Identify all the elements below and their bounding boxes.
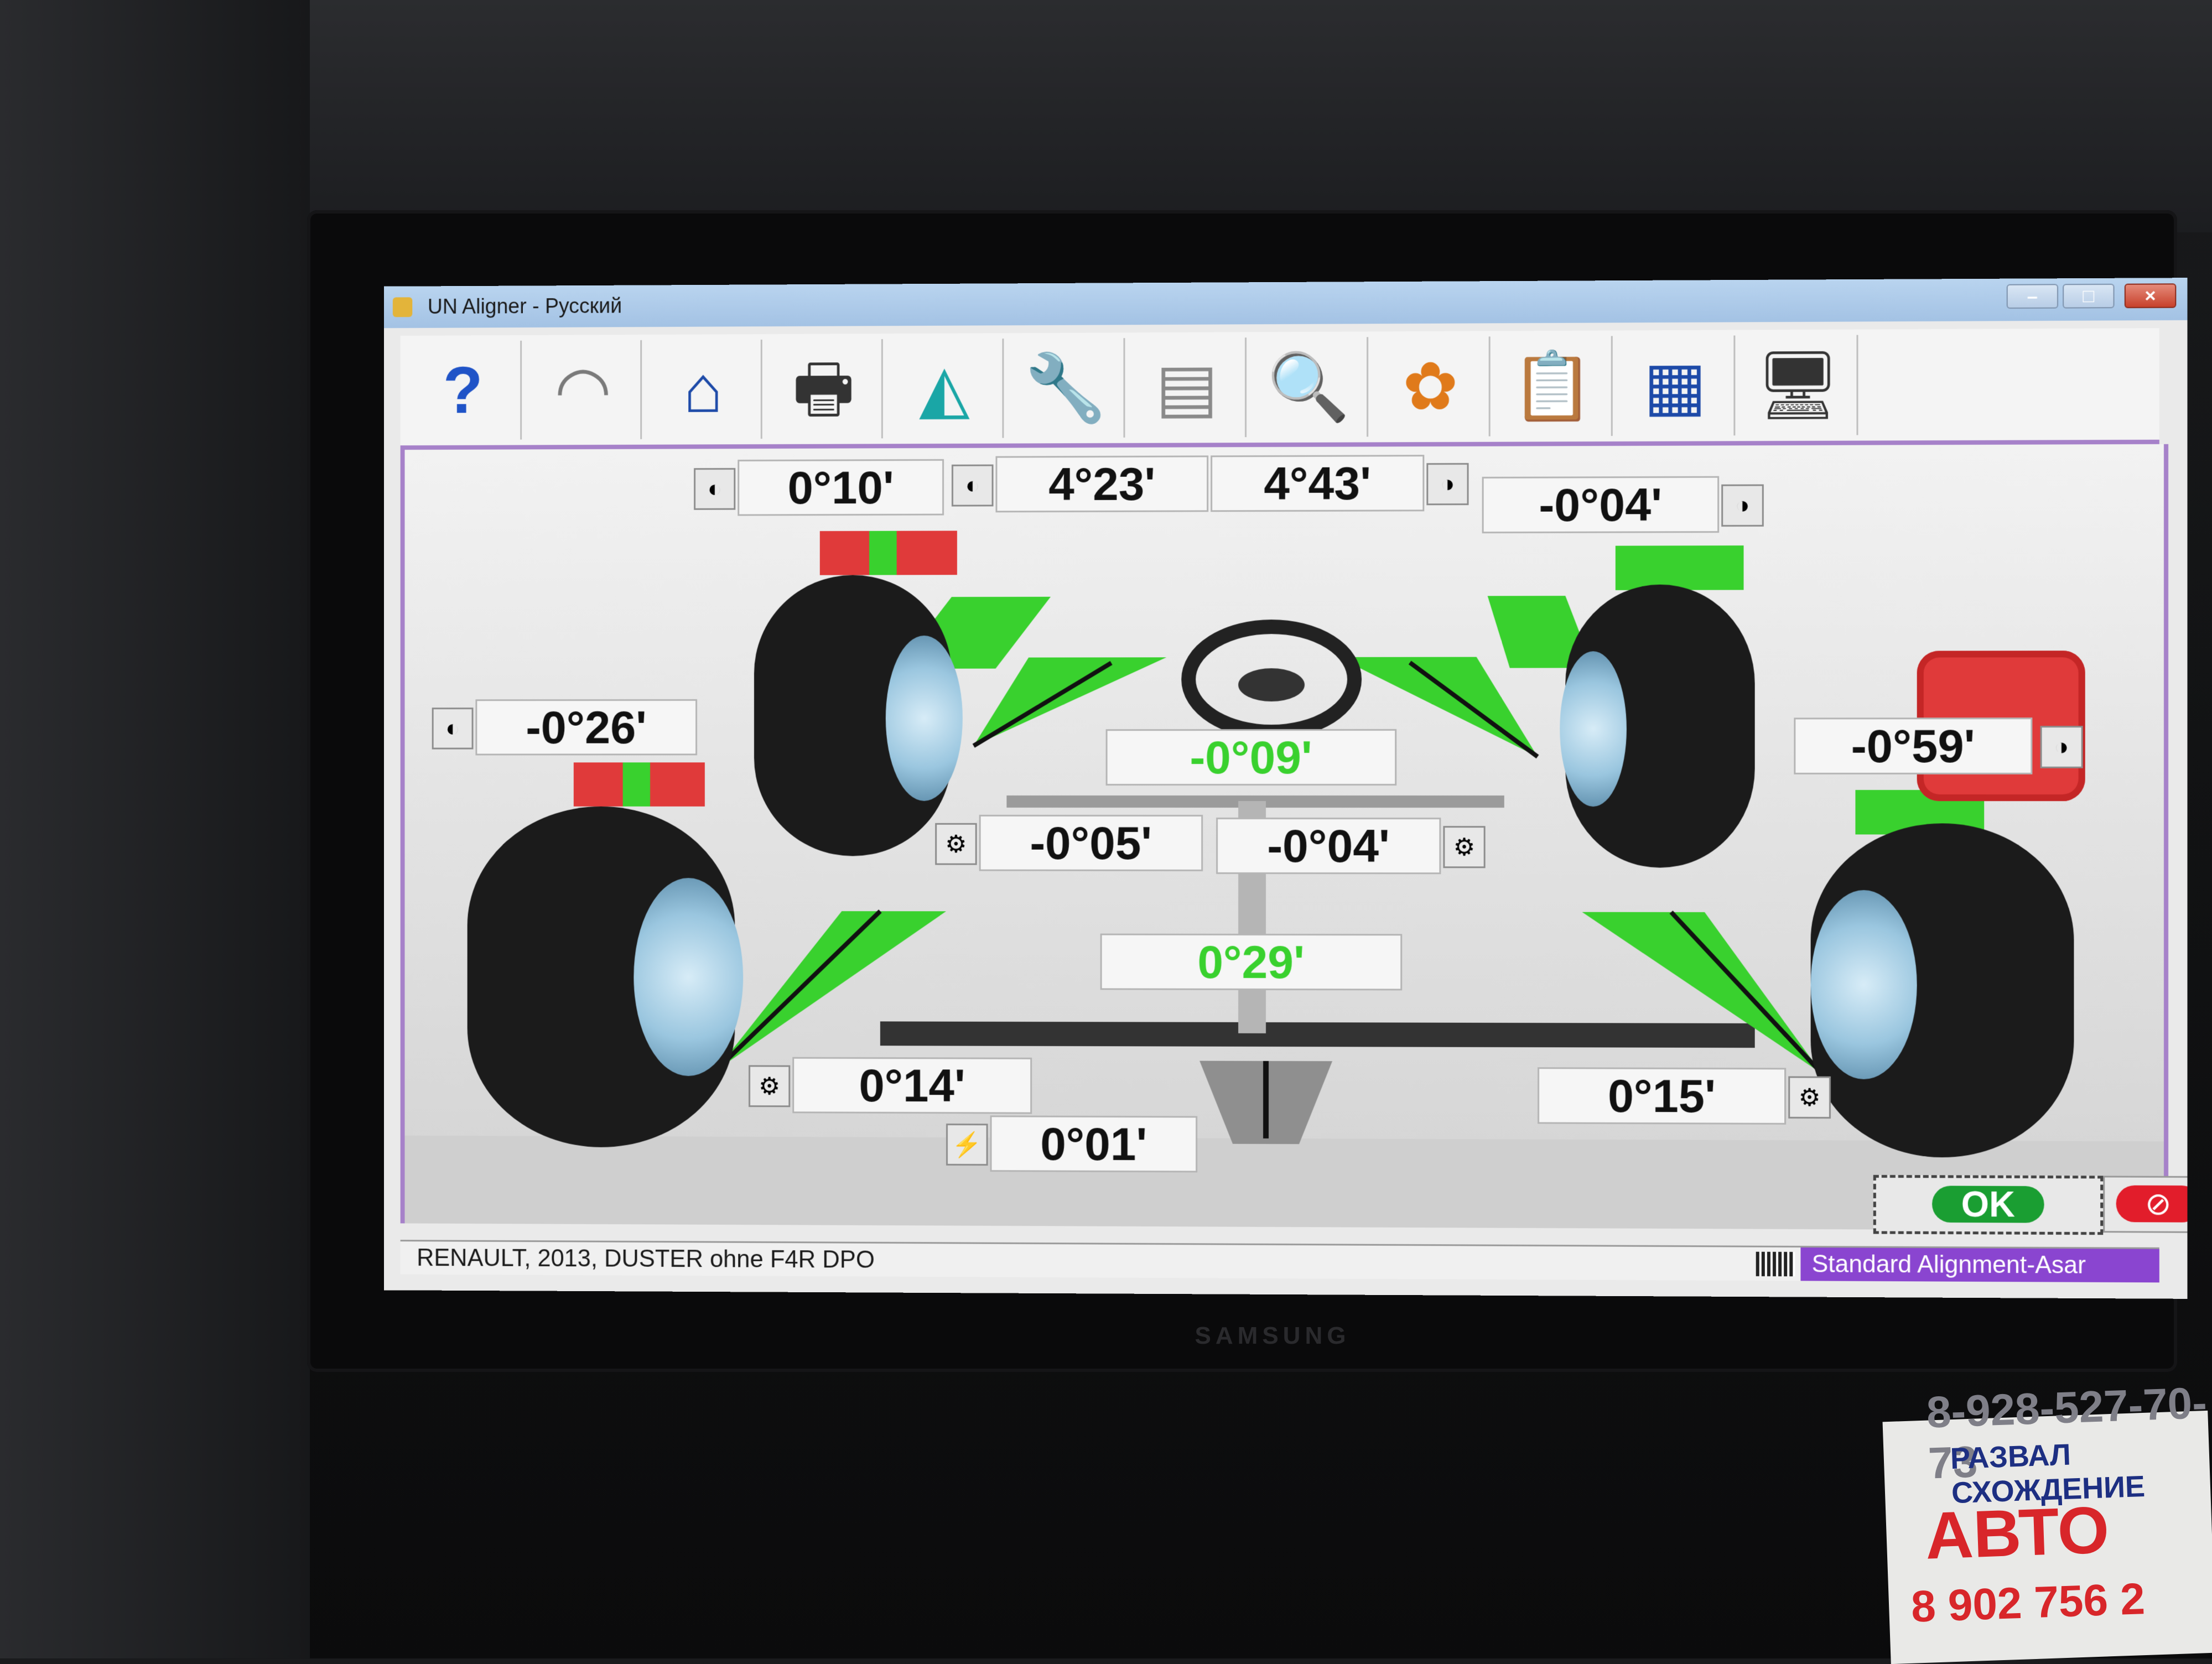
fl-caster-value: 4°23'	[995, 455, 1209, 513]
ok-button[interactable]: OK	[1873, 1174, 2104, 1235]
options-button[interactable]: ✿	[1372, 336, 1491, 437]
wrench-icon: 🔧	[1024, 351, 1107, 425]
clipboard-icon: 📋	[1511, 349, 1595, 424]
film-icon: ▤	[1155, 350, 1218, 425]
rl-camber-wheel-icon: ◐	[432, 708, 474, 750]
help-icon: ?	[443, 353, 483, 428]
rr-toe-icon: ⚙	[1788, 1076, 1831, 1119]
home-button[interactable]: ⌂	[646, 339, 762, 439]
title-bar: UN Aligner - Русский – □ ×	[384, 278, 2188, 329]
print-button[interactable]: 🖶	[766, 339, 883, 439]
status-bar: RENAULT, 2013, DUSTER ohne F4R DPO Stand…	[400, 1240, 2159, 1283]
camber-wheel-icon-right: ◑	[1721, 484, 1764, 527]
program-name: Standard Alignment-Asar	[1800, 1247, 2159, 1283]
printer-icon: 🖶	[792, 352, 855, 427]
app-window: UN Aligner - Русский – □ × ? ◠ ⌂ 🖶 ◭ 🔧 ▤…	[384, 278, 2188, 1299]
zoom-button[interactable]: 🔍	[1250, 337, 1369, 438]
close-button[interactable]: ×	[2124, 283, 2177, 309]
protractor-icon: ◭	[919, 351, 970, 426]
rl-toe-wedge	[715, 911, 947, 1072]
fr-camber-value: -0°04'	[1482, 476, 1720, 534]
gauge-icon: ◠	[554, 352, 612, 427]
maximize-button[interactable]: □	[2063, 283, 2115, 309]
fr-toe-value: -0°04'	[1216, 817, 1441, 875]
report-button[interactable]: 📋	[1494, 336, 1613, 436]
fl-toe-icon: ⚙	[935, 823, 977, 865]
rl-toe-value: 0°14'	[792, 1057, 1032, 1114]
home-icon: ⌂	[683, 352, 723, 427]
measure-button[interactable]: ◭	[886, 339, 1004, 439]
fr-camber-marker	[1615, 545, 1744, 590]
sticker-brand: АВТО	[1924, 1493, 2111, 1573]
window-title: UN Aligner - Русский	[427, 294, 622, 319]
rear-left-rim	[634, 878, 744, 1077]
fr-caster-value: 4°43'	[1211, 455, 1425, 512]
caster-wheel-icon: ◐	[951, 464, 994, 507]
rear-axle	[880, 1021, 1755, 1048]
app-icon	[392, 297, 413, 318]
camber-wheel-icon: ◐	[694, 467, 736, 510]
rr-camber-wheel-icon: ◑	[2040, 726, 2083, 768]
caster-wheel-icon-right: ◑	[1426, 462, 1469, 506]
alignment-view: ◐ 0°10' ◐ 4°23' 4°43' ◑ -0°04' ◑ ◐ -0°26…	[400, 444, 2169, 1231]
vehicle-info: RENAULT, 2013, DUSTER ohne F4R DPO	[417, 1244, 875, 1273]
fl-camber-value: 0°10'	[738, 459, 944, 516]
rl-camber-value: -0°26'	[475, 699, 698, 756]
zoom-icon: 🔍	[1267, 350, 1350, 425]
thrust-angle-icon: ⚡	[946, 1124, 988, 1166]
rr-camber-value: -0°59'	[1794, 717, 2033, 774]
sticker-phone-2: 8 902 756 2	[1910, 1574, 2146, 1631]
system-button[interactable]: 🖥	[1739, 335, 1858, 436]
cancel-button[interactable]: ⊘	[2103, 1176, 2188, 1234]
total-toe-value: 0°29'	[1100, 933, 1403, 991]
rr-toe-arrow	[1671, 912, 1821, 1074]
settings-flower-icon: ✿	[1402, 349, 1458, 424]
help-button[interactable]: ?	[406, 340, 522, 440]
rl-toe-icon: ⚙	[749, 1065, 791, 1107]
room-background	[0, 0, 2212, 232]
monitor-brand-label: SAMSUNG	[1195, 1322, 1351, 1349]
minimize-button[interactable]: –	[2006, 284, 2059, 309]
table-icon: ▦	[1643, 348, 1707, 423]
thrust-angle-value: 0°01'	[990, 1115, 1198, 1173]
monitor-tools-icon: 🖥	[1755, 347, 1841, 423]
gauge-button[interactable]: ◠	[526, 340, 642, 440]
room-wall	[0, 0, 310, 1658]
barcode-icon	[1756, 1251, 1795, 1277]
rr-toe-value: 0°15'	[1538, 1067, 1787, 1125]
front-right-rim	[1560, 651, 1627, 807]
advertising-sticker: 8-928-527-70-73 РАЗВАЛ СХОЖДЕНИЕ АВТО 8 …	[1882, 1378, 2212, 1664]
fr-toe-icon: ⚙	[1443, 826, 1486, 869]
cancel-icon: ⊘	[2116, 1185, 2188, 1223]
rr-toe-wedge	[1582, 912, 1822, 1074]
steering-angle-value: -0°09'	[1105, 729, 1397, 786]
adjust-button[interactable]: 🔧	[1008, 338, 1125, 438]
toolbar: ? ◠ ⌂ 🖶 ◭ 🔧 ▤ 🔍 ✿ 📋 ▦ 🖥	[400, 328, 2159, 450]
film-button[interactable]: ▤	[1129, 337, 1247, 438]
rear-right-rim	[1810, 890, 1917, 1080]
ok-label: OK	[1932, 1184, 2044, 1224]
table-button[interactable]: ▦	[1616, 335, 1736, 436]
front-left-rim	[885, 635, 963, 801]
fl-toe-value: -0°05'	[979, 814, 1203, 871]
